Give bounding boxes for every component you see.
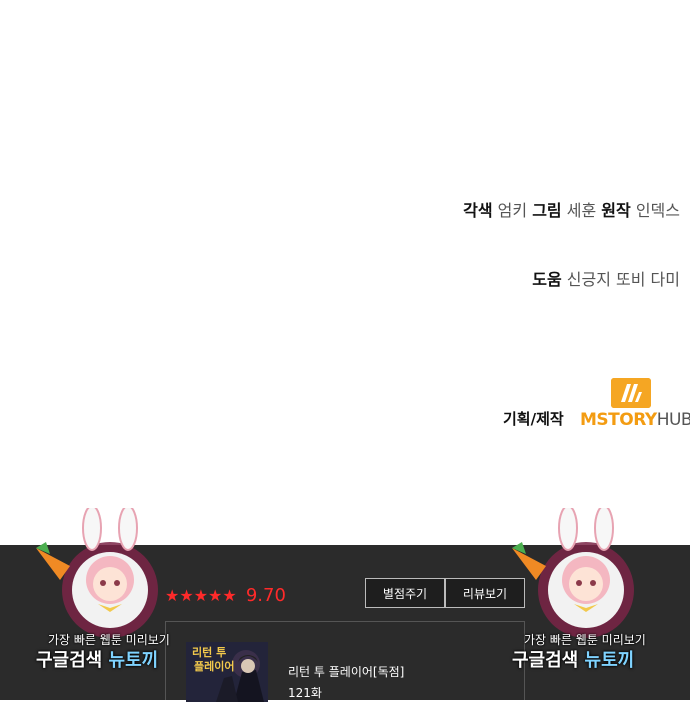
- thumb-title-line2: 플레이어: [194, 659, 234, 673]
- series-title[interactable]: 리턴 투 플레이어[독점]: [288, 663, 404, 680]
- bunny-mascot-icon: [36, 505, 158, 638]
- credit-role-adapt: 각색: [463, 201, 493, 220]
- watermark-left-highlight: 뉴토끼: [108, 650, 159, 671]
- episode-number: 121화: [288, 686, 322, 700]
- credit-name-original: 인덱스: [635, 201, 680, 220]
- credits-line-main: 각색 엄키 그림 세훈 원작 인덱스: [463, 197, 680, 221]
- bunny-mascot-icon: [512, 505, 634, 638]
- credit-role-assist: 도움: [532, 270, 562, 289]
- rate-button[interactable]: 별점주기: [365, 578, 445, 608]
- watermark-left: 가장 빠른 웹툰 미리보기 구글검색 뉴토끼: [30, 505, 190, 698]
- watermark-right: 가장 빠른 웹툰 미리보기 구글검색 뉴토끼: [506, 505, 666, 698]
- mstoryhub-logo: MSTORYHUB: [580, 378, 690, 432]
- watermark-left-line2: 구글검색 뉴토끼: [36, 646, 158, 672]
- production-label: 기획/제작: [503, 410, 564, 428]
- watermark-left-prefix: 구글검색: [36, 650, 109, 671]
- credit-name-assist: 신긍지 또비 다미: [566, 270, 680, 289]
- series-thumbnail[interactable]: 리턴 투 플레이어: [186, 642, 268, 702]
- credit-role-art: 그림: [532, 201, 562, 220]
- logo-mark-icon: [611, 378, 651, 408]
- credit-name-art: 세훈: [566, 201, 597, 220]
- rating-score: 9.70: [245, 585, 286, 606]
- watermark-right-prefix: 구글검색: [512, 650, 585, 671]
- watermark-right-highlight: 뉴토끼: [584, 650, 635, 671]
- credit-name-adapt: 엄키: [497, 201, 528, 220]
- logo-wordmark: MSTORYHUB: [580, 410, 690, 430]
- thumb-title-line1: 리턴 투: [192, 645, 226, 659]
- credits-line-assist: 도움 신긍지 또비 다미: [532, 266, 680, 290]
- logo-text-secondary: HUB: [656, 410, 690, 430]
- series-card[interactable]: 리턴 투 플레이어 리턴 투 플레이어[독점] 121화: [165, 621, 525, 702]
- logo-text-primary: MSTORY: [580, 410, 657, 430]
- watermark-right-line2: 구글검색 뉴토끼: [512, 646, 634, 672]
- credit-role-original: 원작: [601, 201, 631, 220]
